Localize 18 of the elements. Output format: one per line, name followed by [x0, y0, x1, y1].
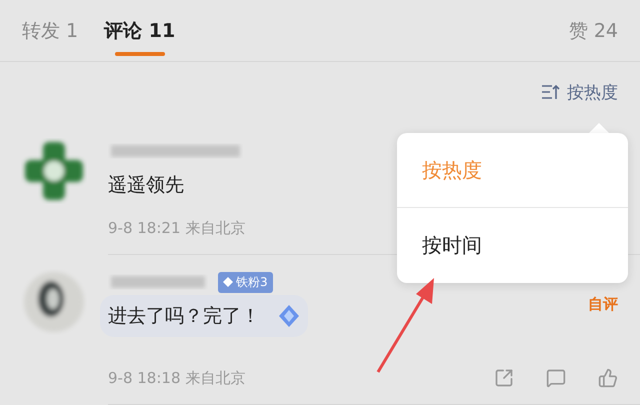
diamond-icon [223, 277, 233, 287]
comment-meta: 9-8 18:18 来自北京 [108, 368, 246, 388]
menu-item[interactable]: 按热度 [397, 133, 628, 208]
tab[interactable]: 转发 1 [22, 14, 78, 56]
share-icon[interactable] [494, 368, 514, 388]
comment-text: 遥遥领先 [108, 173, 184, 198]
comment-icon[interactable] [546, 368, 566, 388]
like-icon[interactable] [598, 368, 618, 388]
badge-label: 铁粉3 [236, 274, 268, 290]
tab[interactable]: 评论 11 [104, 14, 176, 56]
comment-meta: 9-8 18:21 来自北京 [108, 219, 246, 238]
diamond-icon [278, 304, 300, 328]
sort-icon [541, 83, 561, 101]
likes-tab[interactable]: 赞 24 [568, 18, 618, 44]
comment-text: 进去了吗？完了！ [108, 304, 260, 329]
self-review-tag: 自评 [588, 295, 618, 314]
menu-item[interactable]: 按时间 [397, 208, 628, 283]
sort-button[interactable]: 按热度 [541, 80, 618, 104]
